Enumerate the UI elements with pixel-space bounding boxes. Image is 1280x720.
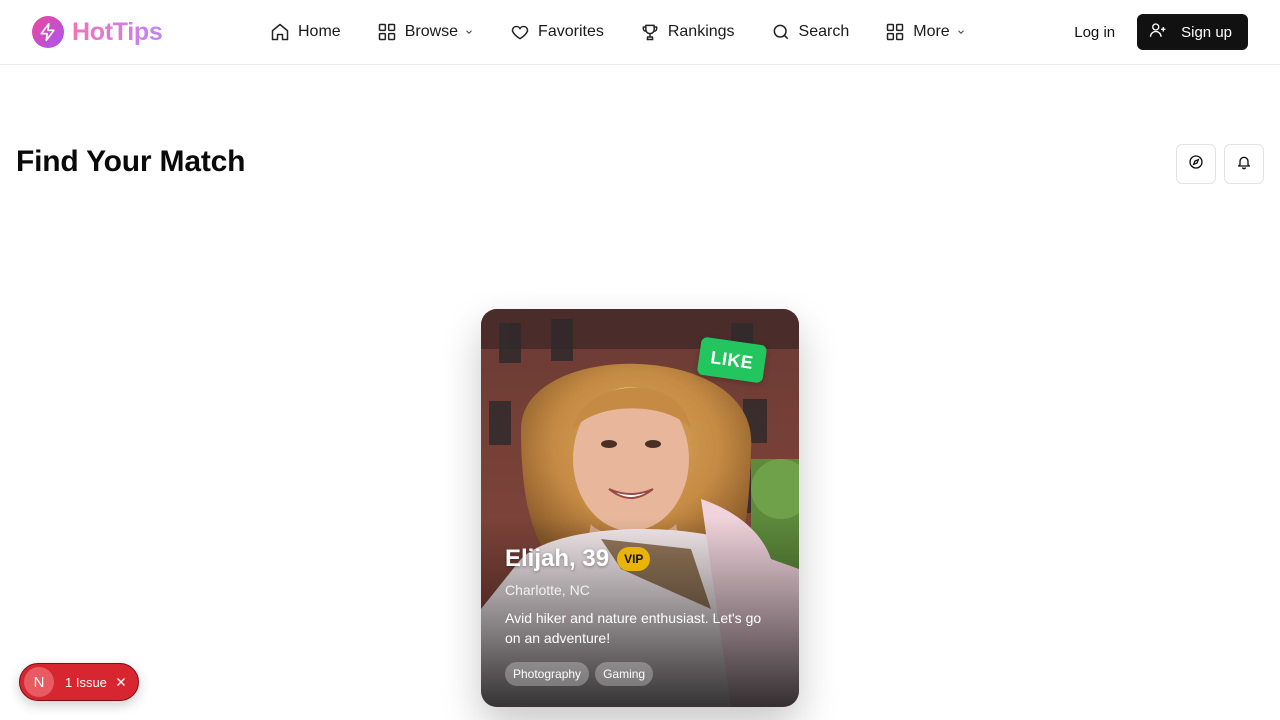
home-icon (270, 22, 290, 42)
nav-home[interactable]: Home (270, 22, 341, 42)
nav-more-label: More (913, 23, 950, 40)
nav-search-label: Search (798, 23, 850, 40)
nav-rankings-label: Rankings (667, 23, 735, 40)
notifications-button[interactable] (1224, 144, 1264, 184)
nav-rankings[interactable]: Rankings (640, 22, 735, 42)
grid-icon (885, 22, 905, 42)
chevron-down-icon (956, 27, 966, 37)
signup-label: Sign up (1181, 23, 1232, 41)
nav-home-label: Home (298, 23, 341, 40)
page-title: Find Your Match (16, 145, 246, 178)
interest-tags: Photography Gaming (505, 662, 775, 686)
compass-icon (1188, 154, 1204, 175)
main-nav: Home Browse Favorites Rankings Search Mo… (270, 0, 1002, 64)
grid-icon (377, 22, 397, 42)
profile-bio: Avid hiker and nature enthusiast. Let's … (505, 610, 762, 646)
close-icon[interactable] (115, 676, 127, 688)
logo[interactable]: HotTips (32, 16, 163, 48)
nextjs-logo-icon: N (24, 667, 54, 697)
profile-name: Elijah, 39 (505, 545, 610, 572)
issues-count: 1 Issue (65, 674, 107, 690)
interest-tag: Gaming (595, 662, 654, 686)
interest-tag: Photography (505, 662, 590, 686)
lightning-icon (32, 16, 64, 48)
logo-text: HotTips (72, 17, 163, 46)
bell-icon (1236, 154, 1252, 175)
nav-browse[interactable]: Browse (377, 22, 474, 42)
profile-info: Elijah, 39 VIP Charlotte, NC Avid hiker … (505, 545, 775, 686)
chevron-down-icon (464, 27, 474, 37)
nav-browse-label: Browse (404, 23, 459, 40)
name-row: Elijah, 39 VIP (505, 545, 775, 573)
vip-badge: VIP (617, 547, 651, 571)
issues-badge[interactable]: N 1 Issue (19, 663, 139, 701)
user-plus-icon (1149, 21, 1167, 43)
nav-favorites[interactable]: Favorites (510, 22, 604, 42)
compass-button[interactable] (1176, 144, 1216, 184)
heart-icon (510, 22, 530, 42)
search-icon (771, 22, 791, 42)
nav-search[interactable]: Search (771, 22, 850, 42)
profile-location: Charlotte, NC (505, 582, 590, 598)
nav-more[interactable]: More (885, 22, 965, 42)
signup-button[interactable]: Sign up (1137, 14, 1248, 50)
trophy-icon (640, 22, 660, 42)
nav-favorites-label: Favorites (538, 23, 604, 40)
top-navbar: HotTips Home Browse Favorites Rankings S… (0, 0, 1280, 65)
auth-actions: Log in Sign up (1070, 14, 1248, 50)
login-button[interactable]: Log in (1070, 16, 1119, 49)
profile-card[interactable]: LIKE Elijah, 39 VIP Charlotte, NC Avid h… (481, 309, 799, 707)
